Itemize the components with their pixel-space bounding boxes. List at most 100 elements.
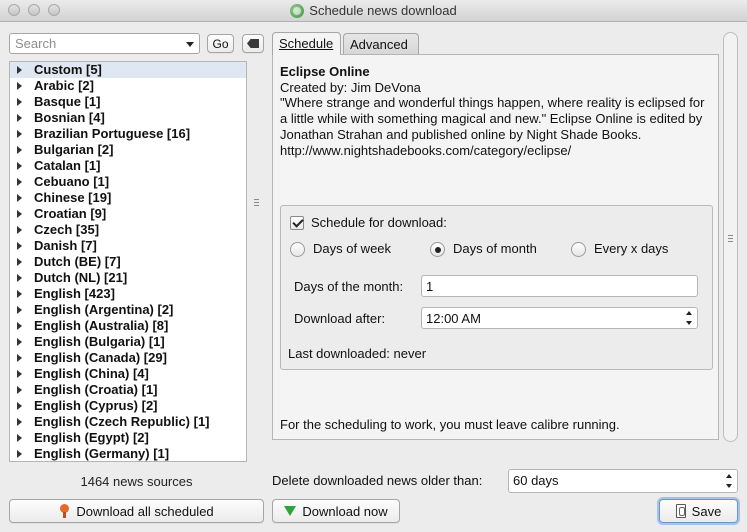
close-window-button[interactable] [8, 4, 20, 16]
radio-days-of-month-label[interactable]: Days of month [453, 241, 537, 256]
radio-days-of-week[interactable] [290, 242, 305, 257]
chevron-down-icon[interactable] [186, 42, 194, 47]
disclosure-triangle-icon[interactable] [17, 402, 22, 410]
search-combobox[interactable] [9, 33, 200, 54]
list-item[interactable]: Cebuano [1] [10, 174, 246, 190]
schedule-checkbox-label[interactable]: Schedule for download: [311, 215, 447, 230]
disclosure-triangle-icon[interactable] [17, 162, 22, 170]
list-item[interactable]: Dutch (NL) [21] [10, 270, 246, 286]
schedule-group: Schedule for download: Days of week Days… [280, 205, 713, 370]
disclosure-triangle-icon[interactable] [17, 130, 22, 138]
list-item[interactable]: English (Czech Republic) [1] [10, 414, 246, 430]
download-arrow-icon [284, 506, 297, 516]
disclosure-triangle-icon[interactable] [17, 258, 22, 266]
disclosure-triangle-icon[interactable] [17, 146, 22, 154]
days-of-month-field[interactable]: 1 [421, 275, 698, 297]
list-item[interactable]: Basque [1] [10, 94, 246, 110]
list-item[interactable]: English (Cyprus) [2] [10, 398, 246, 414]
save-button[interactable]: Save [659, 499, 738, 523]
save-icon [675, 504, 686, 518]
tab-schedule-label: Schedule [279, 36, 334, 51]
calibre-app-icon [290, 3, 305, 18]
download-now-button[interactable]: Download now [272, 499, 400, 523]
list-item-label: Chinese [19] [34, 190, 112, 205]
list-item[interactable]: English (Croatia) [1] [10, 382, 246, 398]
last-downloaded-label: Last downloaded: never [288, 346, 427, 361]
disclosure-triangle-icon[interactable] [17, 178, 22, 186]
radio-days-of-week-label[interactable]: Days of week [313, 241, 391, 256]
news-source-list[interactable]: Custom [5] Arabic [2] Basque [1] Bosnian [4… [9, 61, 247, 462]
disclosure-triangle-icon[interactable] [17, 194, 22, 202]
list-resize-handle[interactable] [249, 61, 263, 462]
disclosure-triangle-icon[interactable] [17, 306, 22, 314]
list-item-label: English (Egypt) [2] [34, 430, 149, 445]
panel-resize-handle[interactable] [723, 32, 738, 442]
search-input[interactable] [13, 35, 178, 52]
list-item-label: Arabic [2] [34, 78, 94, 93]
list-item-label: English [423] [34, 286, 115, 301]
download-all-scheduled-button[interactable]: Download all scheduled [9, 499, 264, 523]
schedule-window: Schedule news download Go Custom [5]Arab… [0, 0, 747, 532]
tab-advanced[interactable]: Advanced [343, 33, 419, 55]
list-item[interactable]: Bosnian [4] [10, 110, 246, 126]
days-stepper-icon[interactable] [726, 474, 732, 488]
list-item[interactable]: English (Bulgaria) [1] [10, 334, 246, 350]
radio-every-x-days-label[interactable]: Every x days [594, 241, 668, 256]
list-item[interactable]: English (Egypt) [2] [10, 430, 246, 446]
list-item[interactable]: Arabic [2] [10, 78, 246, 94]
list-item[interactable]: Danish [7] [10, 238, 246, 254]
disclosure-triangle-icon[interactable] [17, 386, 22, 394]
backspace-clear-icon [247, 39, 259, 48]
list-item[interactable]: English (Argentina) [2] [10, 302, 246, 318]
list-item[interactable]: Custom [5] [10, 62, 246, 78]
disclosure-triangle-icon[interactable] [17, 226, 22, 234]
schedule-checkbox[interactable] [290, 216, 304, 230]
disclosure-triangle-icon[interactable] [17, 66, 22, 74]
list-item[interactable]: Brazilian Portuguese [16] [10, 126, 246, 142]
list-item[interactable]: English (Australia) [8] [10, 318, 246, 334]
disclosure-triangle-icon[interactable] [17, 418, 22, 426]
disclosure-triangle-icon[interactable] [17, 210, 22, 218]
disclosure-triangle-icon[interactable] [17, 354, 22, 362]
list-item[interactable]: Bulgarian [2] [10, 142, 246, 158]
clear-search-button[interactable] [242, 34, 264, 53]
disclosure-triangle-icon[interactable] [17, 290, 22, 298]
list-item[interactable]: Dutch (BE) [7] [10, 254, 246, 270]
disclosure-triangle-icon[interactable] [17, 114, 22, 122]
zoom-window-button[interactable] [48, 4, 60, 16]
list-item-label: English (Croatia) [1] [34, 382, 158, 397]
list-item[interactable]: Czech [35] [10, 222, 246, 238]
list-item[interactable]: English (Canada) [29] [10, 350, 246, 366]
disclosure-triangle-icon[interactable] [17, 242, 22, 250]
save-label: Save [691, 503, 722, 519]
days-of-month-label: Days of the month: [294, 279, 404, 294]
download-after-field[interactable]: 12:00 AM [421, 307, 698, 329]
days-of-month-value: 1 [426, 279, 434, 294]
disclosure-triangle-icon[interactable] [17, 434, 22, 442]
list-item[interactable]: Chinese [19] [10, 190, 246, 206]
list-item[interactable]: English (Germany) [1] [10, 446, 246, 461]
disclosure-triangle-icon[interactable] [17, 450, 22, 458]
radio-days-of-month[interactable] [430, 242, 445, 257]
tab-advanced-label: Advanced [350, 37, 408, 52]
disclosure-triangle-icon[interactable] [17, 370, 22, 378]
list-item-label: English (Canada) [29] [34, 350, 167, 365]
disclosure-triangle-icon[interactable] [17, 322, 22, 330]
list-item[interactable]: English (China) [4] [10, 366, 246, 382]
disclosure-triangle-icon[interactable] [17, 98, 22, 106]
time-stepper-icon[interactable] [686, 311, 692, 325]
disclosure-triangle-icon[interactable] [17, 338, 22, 346]
tab-schedule[interactable]: Schedule [272, 32, 341, 55]
minimize-window-button[interactable] [28, 4, 40, 16]
list-item[interactable]: English [423] [10, 286, 246, 302]
window-title: Schedule news download [309, 3, 457, 18]
list-item[interactable]: Croatian [9] [10, 206, 246, 222]
disclosure-triangle-icon[interactable] [17, 82, 22, 90]
disclosure-triangle-icon[interactable] [17, 274, 22, 282]
delete-older-value: 60 days [513, 473, 559, 488]
delete-older-field[interactable]: 60 days [508, 469, 738, 493]
radio-every-x-days[interactable] [571, 242, 586, 257]
download-now-label: Download now [302, 503, 388, 519]
list-item[interactable]: Catalan [1] [10, 158, 246, 174]
go-button[interactable]: Go [207, 34, 234, 53]
